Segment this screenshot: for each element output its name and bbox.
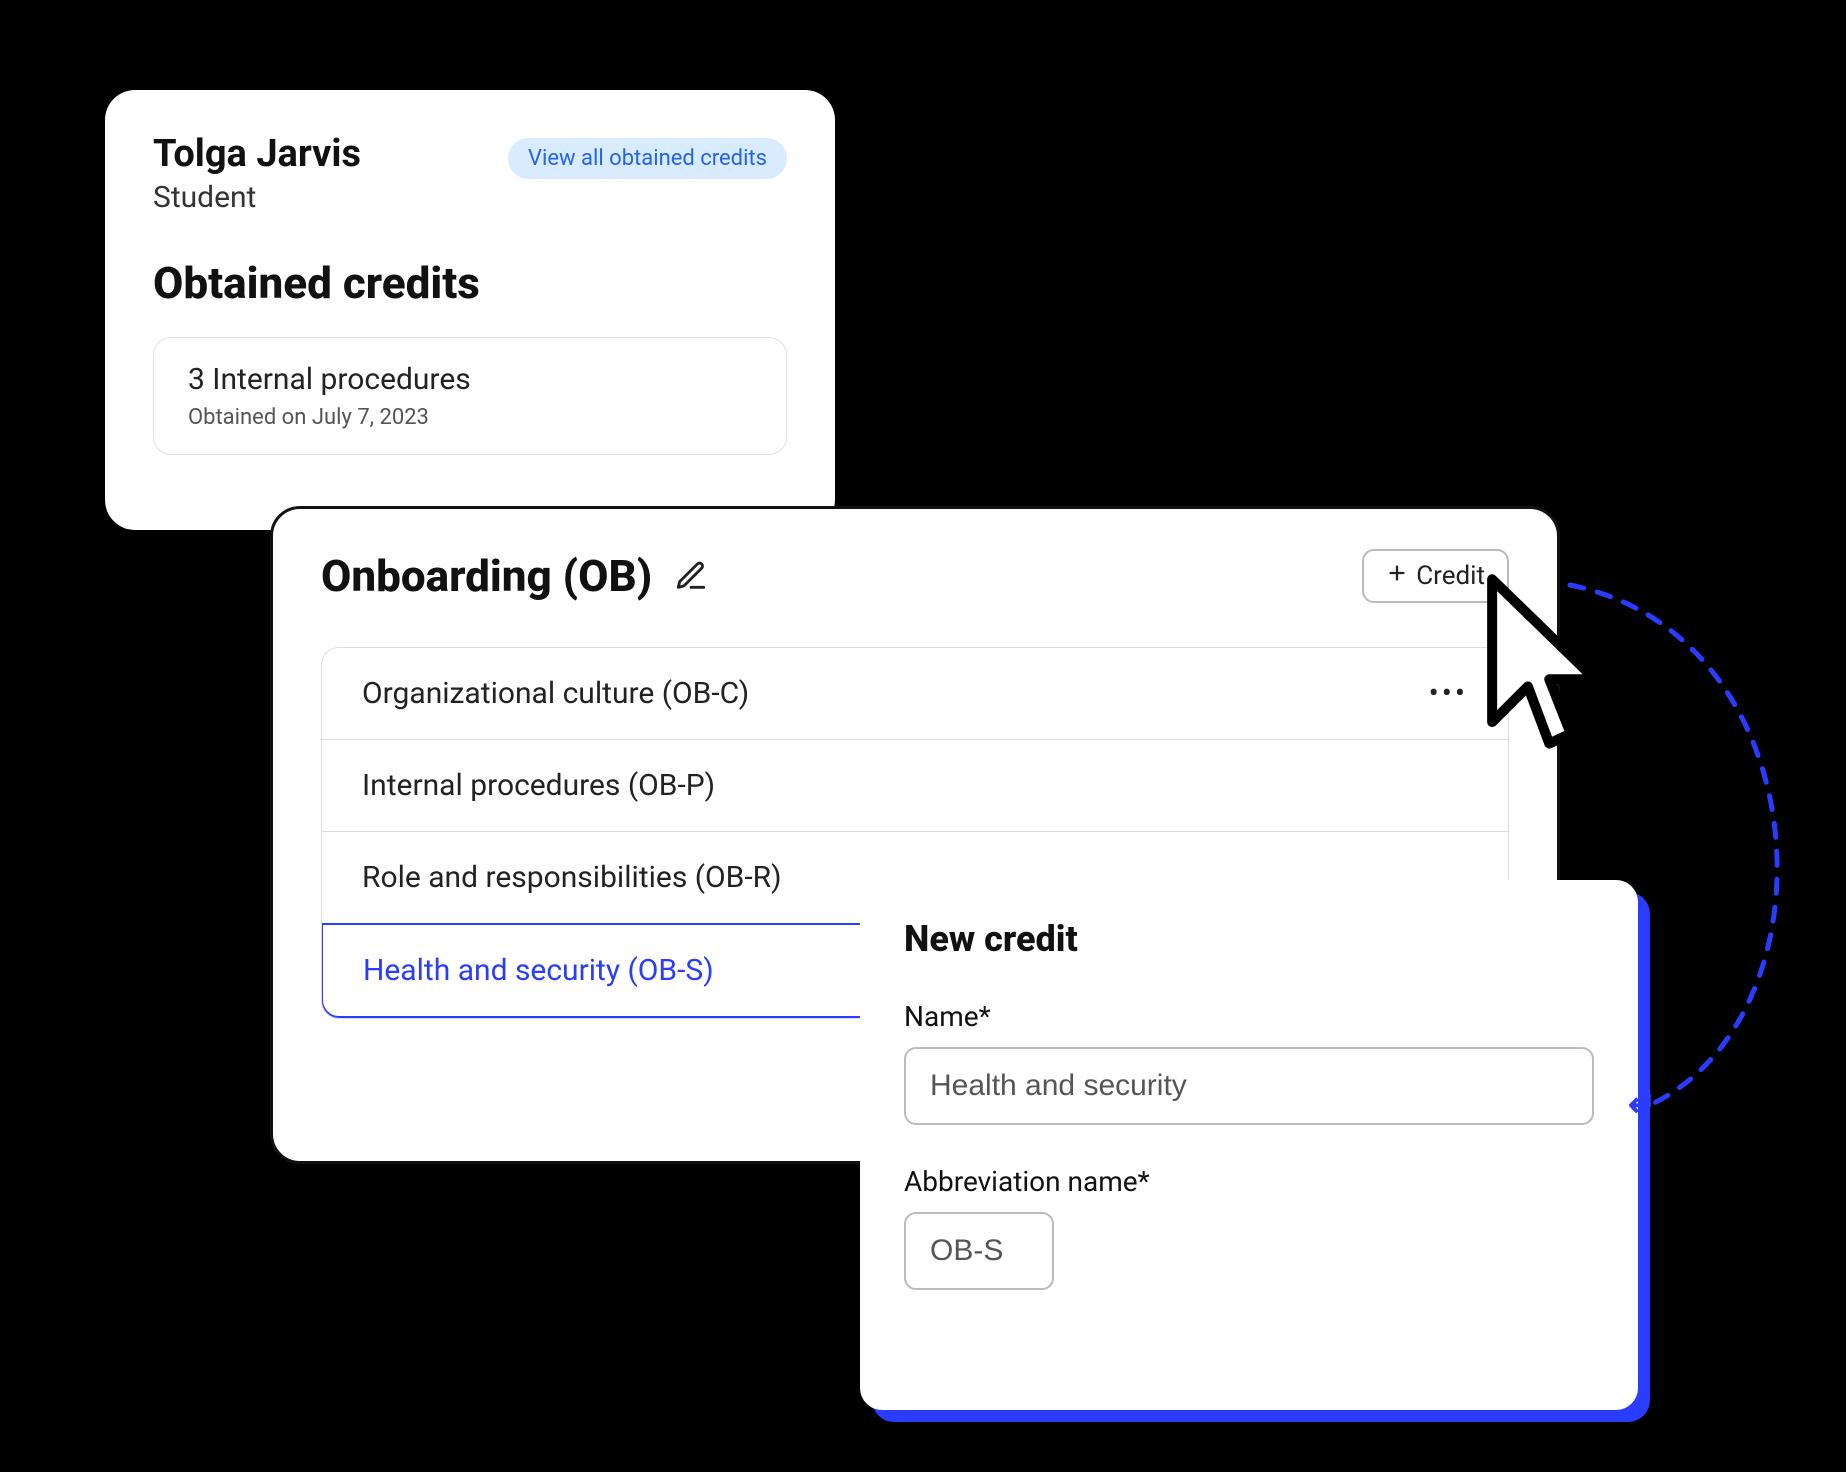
name-input[interactable] — [904, 1047, 1594, 1125]
onboarding-row[interactable]: Internal procedures (OB-P) — [322, 740, 1508, 832]
onboarding-title-group: Onboarding (OB) — [321, 550, 708, 602]
more-icon[interactable]: ••• — [1429, 676, 1468, 711]
obtained-credits-heading: Obtained credits — [153, 257, 787, 309]
name-field-label: Name* — [904, 1000, 1594, 1033]
onboarding-row-label: Internal procedures (OB-P) — [362, 768, 715, 803]
profile-card: Tolga Jarvis Student View all obtained c… — [105, 90, 835, 530]
credit-item-title: 3 Internal procedures — [188, 362, 752, 397]
credit-item-date: Obtained on July 7, 2023 — [188, 405, 752, 430]
onboarding-row-label: Health and security (OB-S) — [363, 953, 714, 988]
abbrev-input[interactable] — [904, 1212, 1054, 1290]
plus-icon — [1386, 561, 1408, 591]
add-credit-label: Credit — [1416, 561, 1485, 591]
add-credit-button[interactable]: Credit — [1362, 549, 1509, 603]
onboarding-header: Onboarding (OB) Credit — [321, 549, 1509, 603]
profile-role: Student — [153, 180, 361, 215]
view-all-credits-link[interactable]: View all obtained credits — [508, 138, 787, 179]
abbrev-field-label: Abbreviation name* — [904, 1165, 1594, 1198]
onboarding-row[interactable]: Organizational culture (OB-C) ••• — [322, 648, 1508, 740]
profile-header: Tolga Jarvis Student View all obtained c… — [153, 132, 787, 215]
new-credit-modal: New credit Name* Abbreviation name* — [860, 880, 1638, 1410]
profile-identity: Tolga Jarvis Student — [153, 132, 361, 215]
new-credit-title: New credit — [904, 918, 1594, 960]
onboarding-title: Onboarding (OB) — [321, 550, 652, 602]
onboarding-row-label: Role and responsibilities (OB-R) — [362, 860, 782, 895]
pencil-icon[interactable] — [674, 559, 708, 593]
profile-name: Tolga Jarvis — [153, 132, 361, 176]
obtained-credit-item[interactable]: 3 Internal procedures Obtained on July 7… — [153, 337, 787, 455]
onboarding-row-label: Organizational culture (OB-C) — [362, 676, 749, 711]
